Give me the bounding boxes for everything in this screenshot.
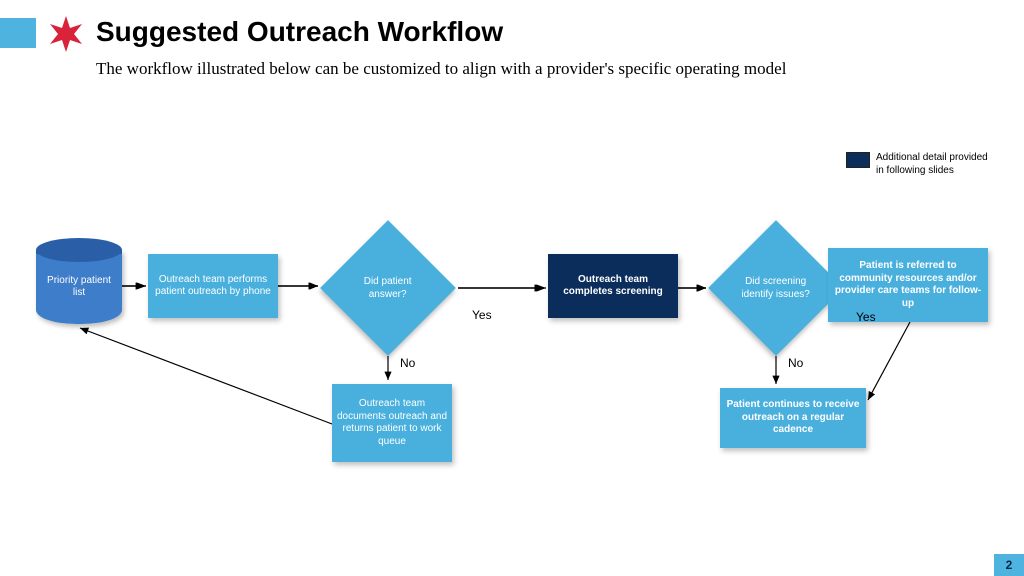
node-label: Did patient answer? (344, 276, 432, 301)
node-screening: Outreach team completes screening (548, 254, 678, 318)
edge-label-no: No (400, 356, 415, 370)
edge-label-yes: Yes (472, 308, 492, 322)
page-title: Suggested Outreach Workflow (96, 16, 503, 48)
node-label: Outreach team completes screening (552, 274, 674, 299)
star-icon (46, 14, 86, 54)
page-subtitle: The workflow illustrated below can be cu… (96, 58, 896, 81)
edge-label-no: No (788, 356, 803, 370)
node-label: Patient continues to receive outreach on… (724, 399, 862, 437)
node-document-return: Outreach team documents outreach and ret… (332, 384, 452, 462)
node-label: Did screening identify issues? (732, 276, 820, 301)
decision-patient-answer: Did patient answer? (320, 220, 456, 356)
node-outreach-call: Outreach team performs patient outreach … (148, 254, 278, 318)
node-cadence: Patient continues to receive outreach on… (720, 388, 866, 448)
legend: Additional detail provided in following … (846, 152, 996, 177)
node-label: Patient is referred to community resourc… (832, 260, 984, 310)
legend-swatch-icon (846, 152, 870, 168)
node-referred: Patient is referred to community resourc… (828, 248, 988, 322)
node-label: Priority patient list (40, 275, 118, 300)
node-label: Outreach team performs patient outreach … (152, 274, 274, 299)
page-number: 2 (994, 554, 1024, 576)
node-priority-list: Priority patient list (36, 250, 122, 324)
node-label: Outreach team documents outreach and ret… (336, 398, 448, 448)
edge-label-yes: Yes (856, 310, 876, 324)
legend-text: Additional detail provided in following … (876, 152, 996, 177)
accent-block (0, 18, 36, 48)
decision-issues: Did screening identify issues? (708, 220, 844, 356)
